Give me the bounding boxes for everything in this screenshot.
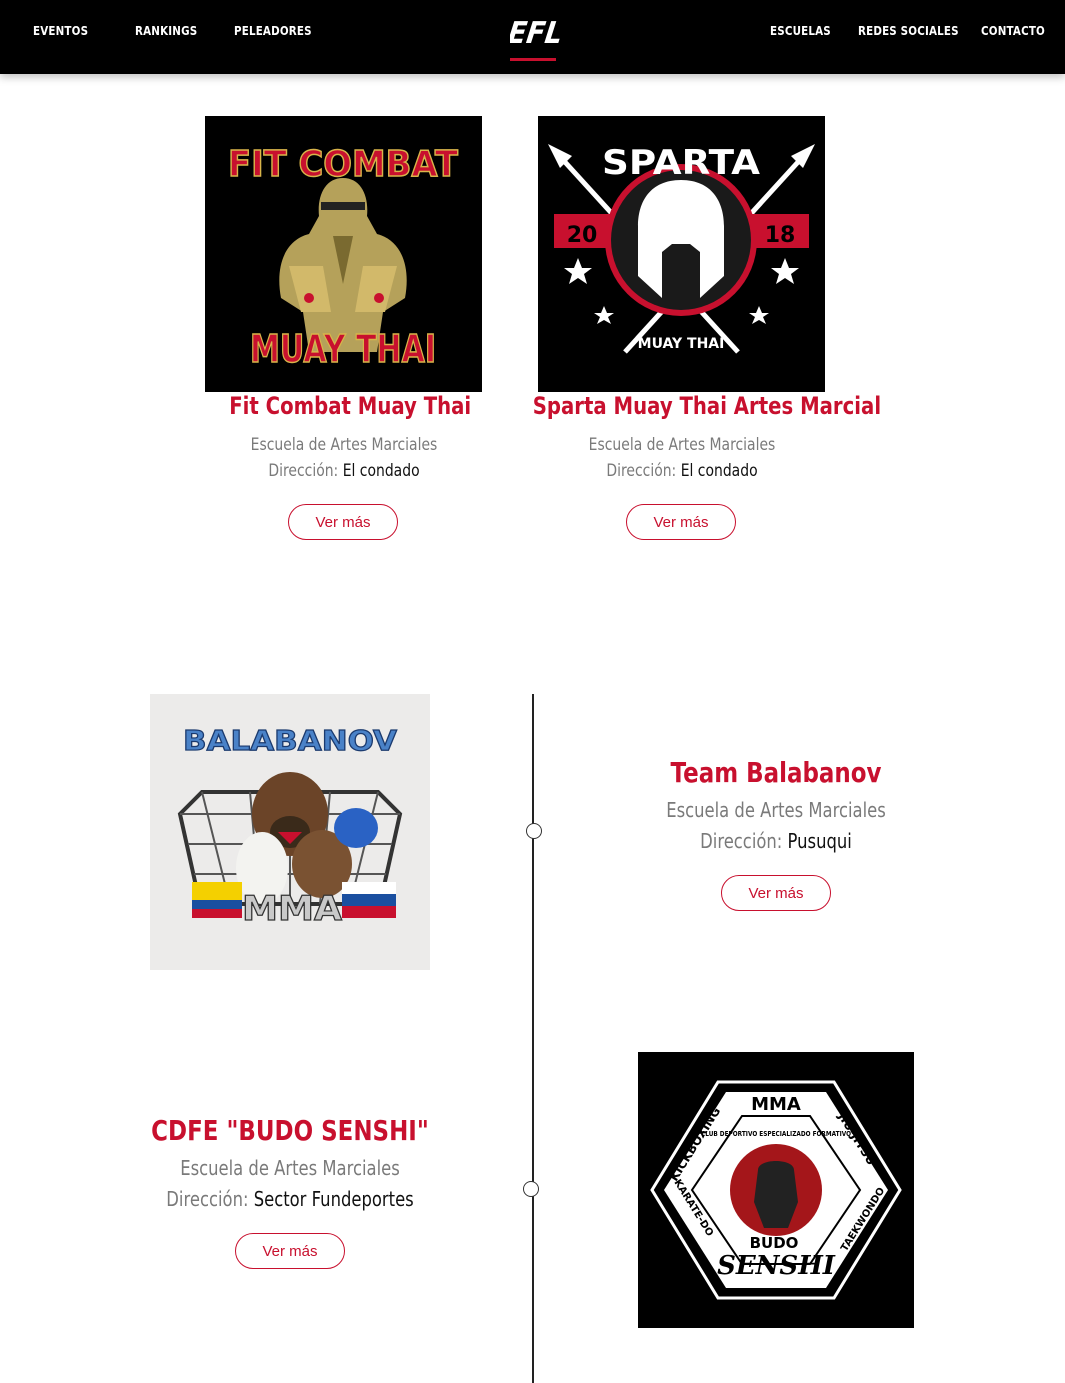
timeline-line [532,694,534,1383]
logo-text-top: SPARTA [602,143,761,183]
budo-senshi-logo-image: MMA JIU-JITSU TAEKWONDO KARATE-DO KICKBO… [638,1052,914,1328]
fit-combat-logo-image: FIT COMBAT MUAY THAI [205,116,482,392]
nav-eventos[interactable]: EVENTOS [33,24,88,38]
logo-text-bottom: MUAY THAI [638,336,725,352]
nav-rankings[interactable]: RANKINGS [135,24,197,38]
logo-senshi: SENSHI [717,1251,836,1281]
active-nav-underline [510,58,556,61]
address-label: Dirección: [166,1187,249,1211]
balabanov-logo-image: BALABANOV MMA [150,694,430,970]
logo-text-bottom: MMA [242,889,343,929]
school-logo-sparta[interactable]: SPARTA 20 18 MUAY THAI [538,116,825,392]
ver-mas-button[interactable]: Ver más [721,875,831,911]
ver-mas-button[interactable]: Ver más [235,1233,345,1269]
logo-text: EFL [510,16,565,48]
nav-escuelas[interactable]: ESCUELAS [770,24,831,38]
school-type: Escuela de Artes Marciales [588,435,776,455]
ver-mas-button[interactable]: Ver más [626,504,736,540]
address-value: El condado [680,461,758,481]
address-value: Pusuqui [787,829,852,853]
school-address: Dirección: El condado [567,461,797,481]
address-value: El condado [342,461,420,481]
school-name[interactable]: CDFE "BUDO SENSHI" [142,1114,437,1147]
logo-mma: MMA [751,1094,801,1115]
school-type: Escuela de Artes Marciales [666,798,886,822]
nav-redes-sociales[interactable]: REDES SOCIALES [858,24,959,38]
address-label: Dirección: [268,461,339,481]
school-name[interactable]: Fit Combat Muay Thai [229,392,471,420]
school-type: Escuela de Artes Marciales [180,1156,400,1180]
sparta-logo-image: SPARTA 20 18 MUAY THAI [538,116,825,392]
top-navbar: EVENTOS RANKINGS PELEADORES EFL ESCUELAS… [0,0,1065,74]
timeline-dot [526,823,542,839]
timeline-dot [523,1181,539,1197]
address-label: Dirección: [700,829,783,853]
logo-club-name: CLUB DEPORTIVO ESPECIALIZADO FORMATIVO [701,1130,851,1138]
school-type: Escuela de Artes Marciales [250,435,438,455]
school-logo-fit-combat[interactable]: FIT COMBAT MUAY THAI [205,116,482,392]
logo-text-top: BALABANOV [183,724,397,757]
logo-year-left: 20 [567,223,598,248]
logo-year-right: 18 [765,223,796,248]
school-address: Dirección: El condado [229,461,459,481]
school-logo-balabanov[interactable]: BALABANOV MMA [150,694,430,970]
school-name[interactable]: Team Balabanov [632,756,921,789]
logo-budo: BUDO [750,1234,799,1252]
nav-contacto[interactable]: CONTACTO [981,24,1045,38]
school-logo-budo-senshi[interactable]: MMA JIU-JITSU TAEKWONDO KARATE-DO KICKBO… [638,1052,914,1328]
school-address: Dirección: Pusuqui [632,829,921,853]
school-name[interactable]: Sparta Muay Thai Artes Marcial [533,392,881,420]
logo-text-top: FIT COMBAT [228,144,458,185]
school-address: Dirección: Sector Fundeportes [126,1187,454,1211]
ver-mas-button[interactable]: Ver más [288,504,398,540]
nav-peleadores[interactable]: PELEADORES [234,24,312,38]
address-label: Dirección: [606,461,677,481]
address-value: Sector Fundeportes [253,1187,414,1211]
logo-text-bottom: MUAY THAI [250,327,436,371]
efl-logo[interactable]: EFL [510,14,568,48]
